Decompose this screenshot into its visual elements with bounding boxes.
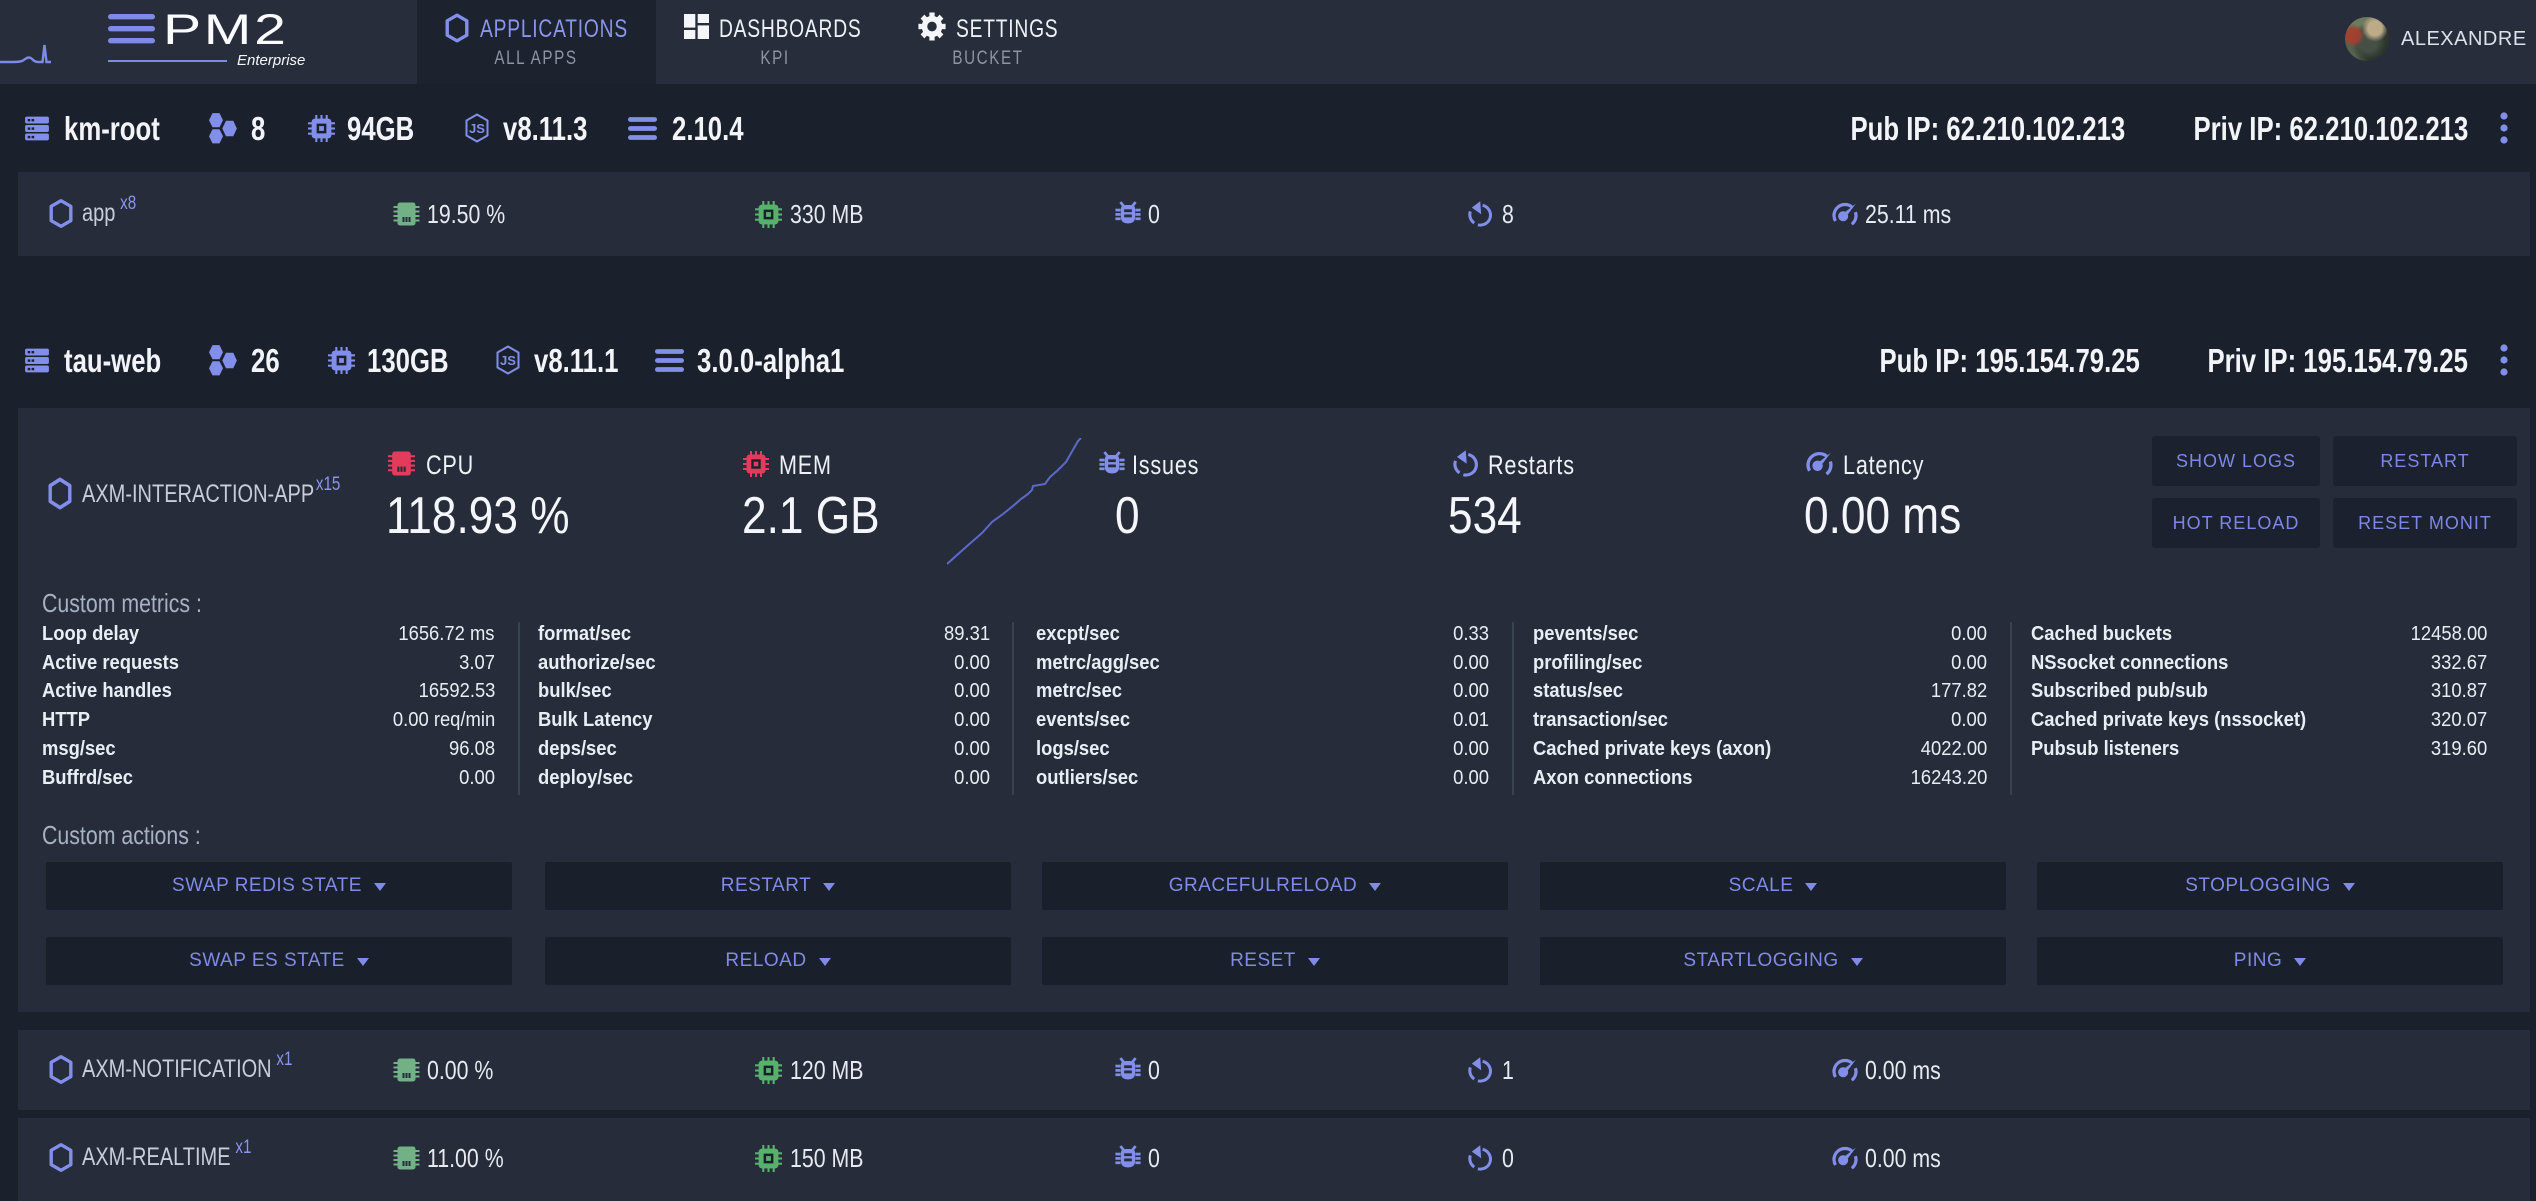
svg-text:PM2: PM2 — [163, 13, 289, 53]
svg-text:Enterprise: Enterprise — [237, 52, 305, 69]
